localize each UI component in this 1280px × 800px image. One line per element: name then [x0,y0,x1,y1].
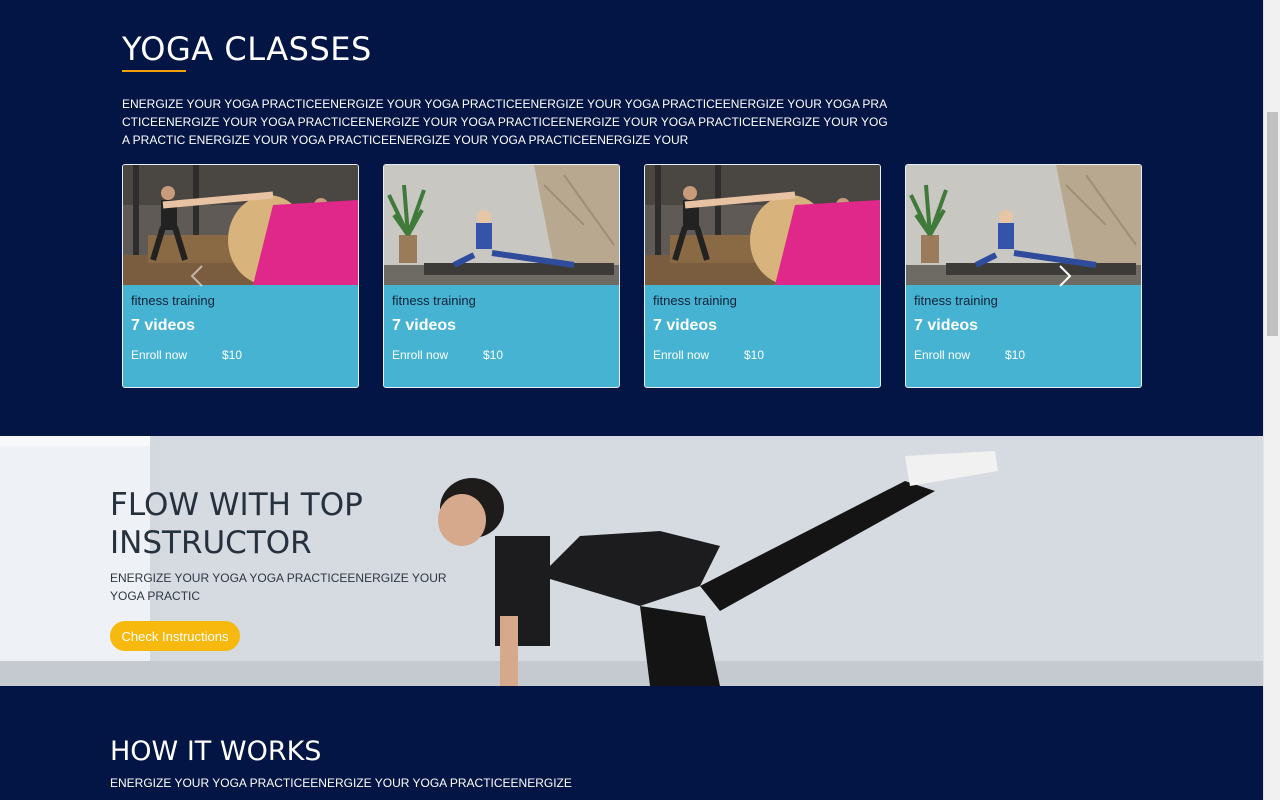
card-video-count: 7 videos [653,317,718,334]
scrollbar-thumb[interactable] [1267,112,1278,336]
carousel-prev-button[interactable] [186,264,210,288]
chevron-left-icon [190,265,203,287]
enroll-now-link[interactable]: Enroll now [914,348,970,362]
how-it-works-description: ENERGIZE YOUR YOGA PRACTICEENERGIZE YOUR… [110,776,572,790]
hero-title: FLOW WITH TOP INSTRUCTOR [110,487,363,561]
chevron-right-icon [1059,265,1072,287]
class-card[interactable]: fitness training 7 videos Enroll now $10 [644,164,881,388]
class-card[interactable]: fitness training 7 videos Enroll now $10 [383,164,620,388]
card-category: fitness training [392,293,476,308]
group-stretch-photo [123,165,358,285]
card-category: fitness training [653,293,737,308]
page-scrollbar[interactable] [1263,0,1280,800]
page: YOGA CLASSES ENERGIZE YOUR YOGA PRACTICE… [0,0,1263,800]
enroll-now-link[interactable]: Enroll now [653,348,709,362]
class-card[interactable]: fitness training 7 videos Enroll now $10 [122,164,359,388]
carousel-next-button[interactable] [1052,264,1076,288]
card-video-count: 7 videos [392,317,457,334]
enroll-now-link[interactable]: Enroll now [392,348,448,362]
card-video-count: 7 videos [131,317,196,334]
class-card[interactable]: fitness training 7 videos Enroll now $10 [905,164,1142,388]
enroll-now-link[interactable]: Enroll now [131,348,187,362]
how-it-works-title: HOW IT WORKS [110,736,322,767]
yoga-classes-title: YOGA CLASSES [122,30,372,68]
how-it-works-section: HOW IT WORKS ENERGIZE YOUR YOGA PRACTICE… [0,686,1263,800]
card-price: $10 [1005,348,1026,362]
card-price: $10 [222,348,243,362]
card-category: fitness training [914,293,998,308]
yoga-classes-section: YOGA CLASSES ENERGIZE YOUR YOGA PRACTICE… [0,0,1263,436]
seated-twist-photo [906,165,1141,285]
hero-description: ENERGIZE YOUR YOGA YOGA PRACTICEENERGIZE… [110,571,447,603]
card-video-count: 7 videos [914,317,979,334]
group-stretch-photo [645,165,880,285]
seated-twist-photo [384,165,619,285]
card-price: $10 [483,348,504,362]
title-underline [122,70,186,72]
card-category: fitness training [131,293,215,308]
class-card-carousel: fitness training 7 videos Enroll now $10 [122,164,1142,388]
card-price: $10 [744,348,765,362]
instructor-hero-section: FLOW WITH TOP INSTRUCTOR ENERGIZE YOUR Y… [0,436,1263,686]
yoga-classes-description: ENERGIZE YOUR YOGA PRACTICEENERGIZE YOUR… [122,97,888,147]
check-instructions-button[interactable]: Check Instructions [110,621,240,651]
